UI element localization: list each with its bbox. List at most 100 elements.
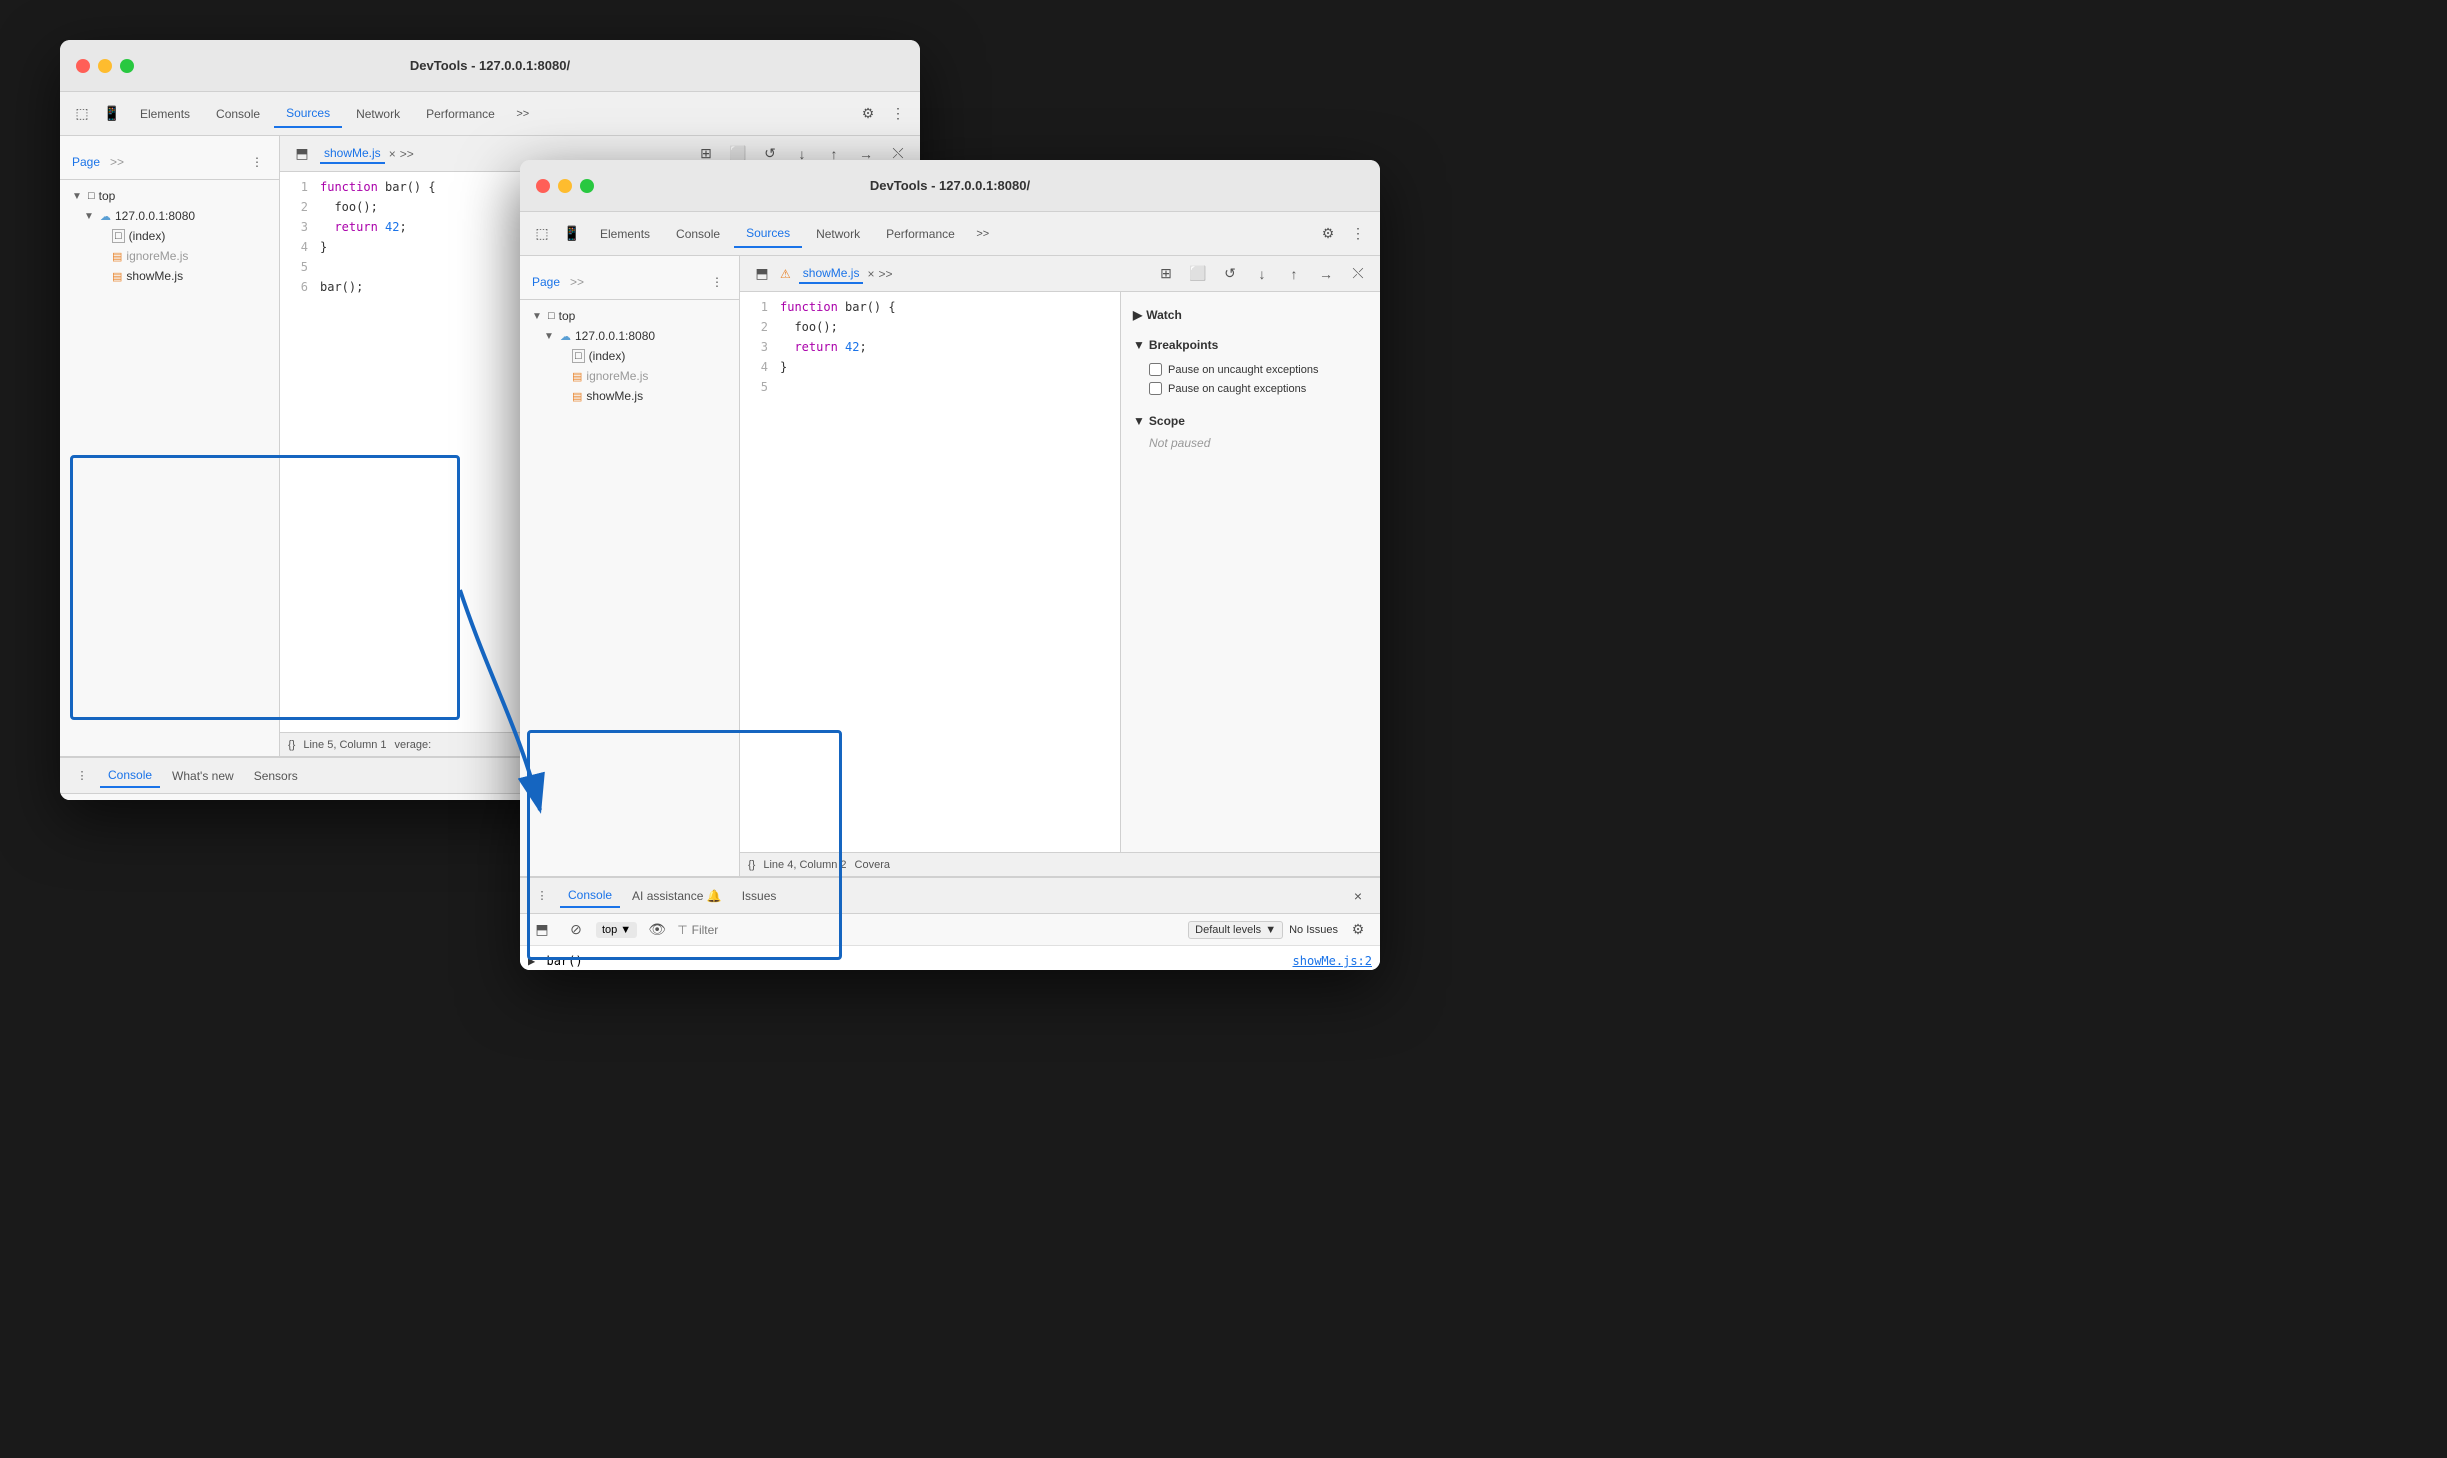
open-file-tab-1[interactable]: showMe.js <box>320 144 385 164</box>
more-tabs-icon-2[interactable]: >> <box>969 220 997 248</box>
more-files-icon-2[interactable]: >> <box>878 267 892 281</box>
console-eye-icon-2[interactable]: 👁 <box>643 916 671 944</box>
deactivate-icon-2[interactable]: ⤬ <box>1344 260 1372 288</box>
toggle-sidebar-icon-1[interactable]: ⬒ <box>288 140 316 168</box>
tree-item-index-2[interactable]: □ (index) <box>520 346 739 366</box>
page-tab-1[interactable]: Page <box>68 153 104 171</box>
console-tab-whatsnew-1[interactable]: What's new <box>164 765 242 787</box>
main-toolbar-1: ⬚ 📱 Elements Console Sources Network Per… <box>60 92 920 136</box>
sidebar-more-2[interactable]: >> <box>568 275 586 289</box>
cloud-icon-1: ☁ <box>100 210 111 223</box>
minimize-button-1[interactable] <box>98 59 112 73</box>
minimize-button-2[interactable] <box>558 179 572 193</box>
breakpoints-header[interactable]: ▼ Breakpoints <box>1133 334 1368 356</box>
maximize-button-2[interactable] <box>580 179 594 193</box>
console-body-2: ▶ bar() showMe.js:2 ▼ console.trace bar … <box>520 946 1380 970</box>
tree-item-host-1[interactable]: ▼ ☁ 127.0.0.1:8080 <box>60 206 279 226</box>
tree-item-showme-2[interactable]: ▤ showMe.js <box>520 386 739 406</box>
tree-item-ignore-1[interactable]: ▤ ignoreMe.js <box>60 246 279 266</box>
sidebar-sync-icon[interactable]: ⋮ <box>243 148 271 176</box>
close-button-2[interactable] <box>536 179 550 193</box>
expand-arrow-2[interactable]: ▶ <box>528 954 535 968</box>
toggle-sidebar-icon-2[interactable]: ⬒ <box>748 260 776 288</box>
default-levels-selector[interactable]: Default levels ▼ <box>1188 921 1283 939</box>
file-icon-ignore-2: ▤ <box>572 370 582 383</box>
pause-uncaught-label: Pause on uncaught exceptions <box>1168 364 1318 376</box>
console-tab-console-1[interactable]: Console <box>100 764 160 788</box>
coverage-label-2: Covera <box>855 859 890 871</box>
entry-container-2: ▶ bar() <box>528 954 1293 968</box>
tab-elements-1[interactable]: Elements <box>128 101 202 127</box>
breakpoints-content: Pause on uncaught exceptions Pause on ca… <box>1133 356 1368 402</box>
sidebar-1: Page >> ⋮ ▼ □ top ▼ ☁ 127.0.0.1:8080 <box>60 136 280 756</box>
tab-console-1[interactable]: Console <box>204 101 272 127</box>
inspect-icon-2[interactable]: ⬚ <box>528 220 556 248</box>
more-files-icon-1[interactable]: >> <box>400 147 414 161</box>
scope-header[interactable]: ▼ Scope <box>1133 410 1368 432</box>
settings-icon-2[interactable]: ⚙ <box>1314 220 1342 248</box>
device-icon-2[interactable]: 📱 <box>558 220 586 248</box>
tree-item-index-1[interactable]: □ (index) <box>60 226 279 246</box>
tree-item-showme-1[interactable]: ▤ showMe.js <box>60 266 279 286</box>
console-sidebar-icon-2[interactable]: ⬒ <box>528 916 556 944</box>
file-icon-ignore-1: ▤ <box>112 250 122 263</box>
filter-area-2[interactable]: ⊤ Filter <box>677 923 718 937</box>
console-eye-icon-1[interactable]: 👁 <box>183 796 211 801</box>
pause-caught-checkbox[interactable] <box>1149 382 1162 395</box>
console-block-icon-1[interactable]: ⊘ <box>102 796 130 801</box>
main-toolbar-2: ⬚ 📱 Elements Console Sources Network Per… <box>520 212 1380 256</box>
console-tab-sensors-1[interactable]: Sensors <box>246 765 306 787</box>
console-entry-bar-2: ▶ bar() showMe.js:2 <box>528 954 1372 968</box>
more-options-icon-1[interactable]: ⋮ <box>884 100 912 128</box>
tree-item-ignore-2[interactable]: ▤ ignoreMe.js <box>520 366 739 386</box>
sidebar-toolbar-1: Page >> ⋮ <box>60 144 279 180</box>
more-options-icon-2[interactable]: ⋮ <box>1344 220 1372 248</box>
inspect-icon[interactable]: ⬚ <box>68 100 96 128</box>
close-console-icon-2[interactable]: × <box>1344 882 1372 910</box>
file-icon-index-1: □ <box>112 229 125 243</box>
close-file-icon-2[interactable]: × <box>867 267 874 281</box>
close-file-icon-1[interactable]: × <box>389 147 396 161</box>
console-panel-2: ⋮ Console AI assistance 🔔 Issues × ⬒ ⊘ t… <box>520 876 1380 970</box>
console-settings-icon-2[interactable]: ⚙ <box>1344 916 1372 944</box>
console-tab-console-2[interactable]: Console <box>560 884 620 908</box>
console-dots-icon-1[interactable]: ⋮ <box>68 762 96 790</box>
refresh-icon-2[interactable]: ↺ <box>1216 260 1244 288</box>
open-file-tab-2[interactable]: showMe.js <box>799 264 864 284</box>
tab-performance-1[interactable]: Performance <box>414 101 507 127</box>
console-tab-issues-2[interactable]: Issues <box>734 885 785 907</box>
split-icon-2[interactable]: ⬜ <box>1184 260 1212 288</box>
step-down-icon-2[interactable]: ↓ <box>1248 260 1276 288</box>
tree-item-top-2[interactable]: ▼ □ top <box>520 306 739 326</box>
maximize-button-1[interactable] <box>120 59 134 73</box>
sidebar-more-1[interactable]: >> <box>108 155 126 169</box>
step-up-icon-2[interactable]: ↑ <box>1280 260 1308 288</box>
watch-header[interactable]: ▶ Watch <box>1133 304 1368 326</box>
tab-sources-2[interactable]: Sources <box>734 220 802 248</box>
more-tabs-icon-1[interactable]: >> <box>509 100 537 128</box>
top-selector-2[interactable]: top ▼ <box>596 922 637 938</box>
page-tab-2[interactable]: Page <box>528 273 564 291</box>
console-tab-ai-2[interactable]: AI assistance 🔔 <box>624 885 730 907</box>
tree-item-host-2[interactable]: ▼ ☁ 127.0.0.1:8080 <box>520 326 739 346</box>
pause-uncaught-checkbox[interactable] <box>1149 363 1162 376</box>
tab-network-1[interactable]: Network <box>344 101 412 127</box>
tab-elements-2[interactable]: Elements <box>588 221 662 247</box>
settings-icon-1[interactable]: ⚙ <box>854 100 882 128</box>
tab-console-2[interactable]: Console <box>664 221 732 247</box>
tree-item-top-1[interactable]: ▼ □ top <box>60 186 279 206</box>
close-button-1[interactable] <box>76 59 90 73</box>
tab-performance-2[interactable]: Performance <box>874 221 967 247</box>
step-right-icon-2[interactable]: → <box>1312 260 1340 288</box>
tab-network-2[interactable]: Network <box>804 221 872 247</box>
entry-link-showme-2[interactable]: showMe.js:2 <box>1293 954 1372 968</box>
console-dots-icon-2[interactable]: ⋮ <box>528 882 556 910</box>
console-sidebar-icon-1[interactable]: ⬒ <box>68 796 96 801</box>
tab-sources-1[interactable]: Sources <box>274 100 342 128</box>
breakpoints-label: Breakpoints <box>1149 338 1218 352</box>
sidebar-sync-icon-2[interactable]: ⋮ <box>703 268 731 296</box>
devtools-body-2: Page >> ⋮ ▼ □ top ▼ ☁ 127.0.0.1:8080 <box>520 256 1380 876</box>
device-icon[interactable]: 📱 <box>98 100 126 128</box>
console-block-icon-2[interactable]: ⊘ <box>562 916 590 944</box>
activate-breakpoints-2[interactable]: ⊞ <box>1152 260 1180 288</box>
